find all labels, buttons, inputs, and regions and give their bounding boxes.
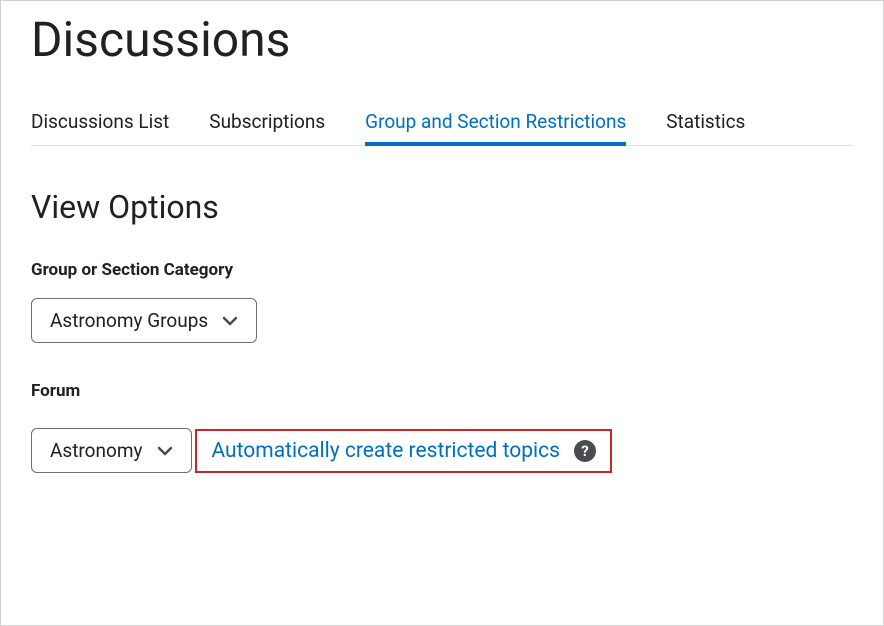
category-dropdown[interactable]: Astronomy Groups (31, 298, 257, 343)
discussions-page: Discussions Discussions List Subscriptio… (0, 0, 884, 626)
auto-create-topics-row: Automatically create restricted topics ? (195, 429, 612, 473)
category-dropdown-value: Astronomy Groups (50, 309, 208, 332)
page-title: Discussions (31, 1, 853, 98)
chevron-down-icon (157, 443, 173, 459)
tab-subscriptions[interactable]: Subscriptions (209, 98, 325, 145)
view-options-heading: View Options (31, 188, 853, 226)
tab-discussions-list[interactable]: Discussions List (31, 98, 169, 145)
forum-label: Forum (31, 381, 853, 401)
category-label: Group or Section Category (31, 260, 853, 280)
tab-statistics[interactable]: Statistics (666, 98, 745, 145)
tabs-bar: Discussions List Subscriptions Group and… (31, 98, 853, 146)
chevron-down-icon (222, 313, 238, 329)
help-icon[interactable]: ? (574, 440, 596, 462)
auto-create-topics-link[interactable]: Automatically create restricted topics (211, 439, 560, 463)
forum-dropdown[interactable]: Astronomy (31, 428, 192, 473)
tab-group-section-restrictions[interactable]: Group and Section Restrictions (365, 98, 626, 145)
forum-dropdown-value: Astronomy (50, 439, 143, 462)
